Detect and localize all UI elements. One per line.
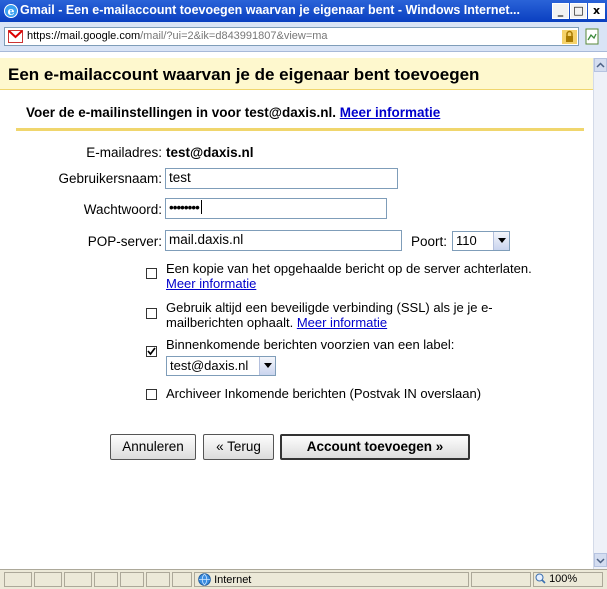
chevron-down-icon [493,232,509,250]
label-checkbox[interactable] [146,346,157,357]
gmail-icon [8,30,23,43]
ssl-checkbox[interactable] [146,308,157,319]
scrollbar[interactable] [593,58,607,569]
keep-copy-checkbox[interactable] [146,268,157,279]
page-title: Een e-mailaccount waarvan je de eigenaar… [8,65,480,84]
pop-server-field[interactable]: mail.daxis.nl [165,230,402,251]
username-label: Gebruikersnaam: [58,171,162,186]
url-text: https://mail.google.com/mail/?ui=2&ik=d8… [27,30,328,42]
page-icon[interactable] [585,28,600,45]
password-label: Wachtwoord: [83,202,162,217]
archive-checkbox[interactable] [146,389,157,400]
status-segment [4,572,32,587]
status-segment [172,572,192,587]
password-field[interactable]: •••••••• [165,198,387,219]
add-account-button[interactable]: Account toevoegen » [280,434,470,460]
check-icon [147,347,156,356]
status-zone: Internet [198,573,251,586]
back-button[interactable]: « Terug [203,434,274,460]
label-option: Binnenkomende berichten voorzien van een… [166,337,455,352]
ssl-more-info-link[interactable]: Meer informatie [297,315,387,330]
lock-icon[interactable] [562,30,577,44]
keep-copy-more-info-link[interactable]: Meer informatie [166,276,256,291]
email-value: test@daxis.nl [166,145,254,160]
address-bar: https://mail.google.com/mail/?ui=2&ik=d8… [0,22,607,52]
protected-mode-segment[interactable] [471,572,531,587]
pop-server-label: POP-server: [87,234,162,249]
status-segment [146,572,170,587]
ssl-option: Gebruik altijd een beveiligde verbinding… [166,300,493,330]
chevron-down-icon [596,558,605,564]
close-button[interactable]: x [588,3,605,19]
window-title: Gmail - Een e-mailaccount toevoegen waar… [20,3,521,17]
subheader-text: Voer de e-mailinstellingen in voor test@… [26,105,441,120]
globe-icon [198,573,211,586]
more-info-link[interactable]: Meer informatie [340,105,441,120]
maximize-button[interactable]: □ [570,3,587,19]
zoom-icon [535,573,546,584]
subheader: Voer de e-mailinstellingen in voor test@… [16,96,584,131]
email-label: E-mailadres: [86,145,162,160]
status-segment [34,572,62,587]
minimize-button[interactable]: _ [552,3,569,19]
status-segment [94,572,118,587]
scroll-up-button[interactable] [594,58,607,72]
window-title-bar: e Gmail - Een e-mailaccount toevoegen wa… [0,0,607,22]
status-segment [64,572,92,587]
label-select[interactable]: test@daxis.nl [166,356,276,376]
port-select[interactable]: 110 [452,231,510,251]
port-label: Poort: [411,234,448,249]
ie-icon: e [4,4,18,18]
zoom-level[interactable]: 100% [535,573,577,585]
url-field[interactable]: https://mail.google.com/mail/?ui=2&ik=d8… [4,27,579,46]
archive-option: Archiveer Inkomende berichten (Postvak I… [166,386,482,401]
svg-text:e: e [8,5,15,18]
cancel-button[interactable]: Annuleren [110,434,196,460]
status-bar: Internet 100% [0,569,607,589]
username-field[interactable]: test [165,168,398,189]
chevron-down-icon [259,357,275,375]
status-segment [120,572,144,587]
page-header: Een e-mailaccount waarvan je de eigenaar… [0,58,593,90]
chevron-up-icon [596,62,605,68]
keep-copy-option: Een kopie van het opgehaalde bericht op … [166,261,532,291]
scroll-down-button[interactable] [594,553,607,567]
